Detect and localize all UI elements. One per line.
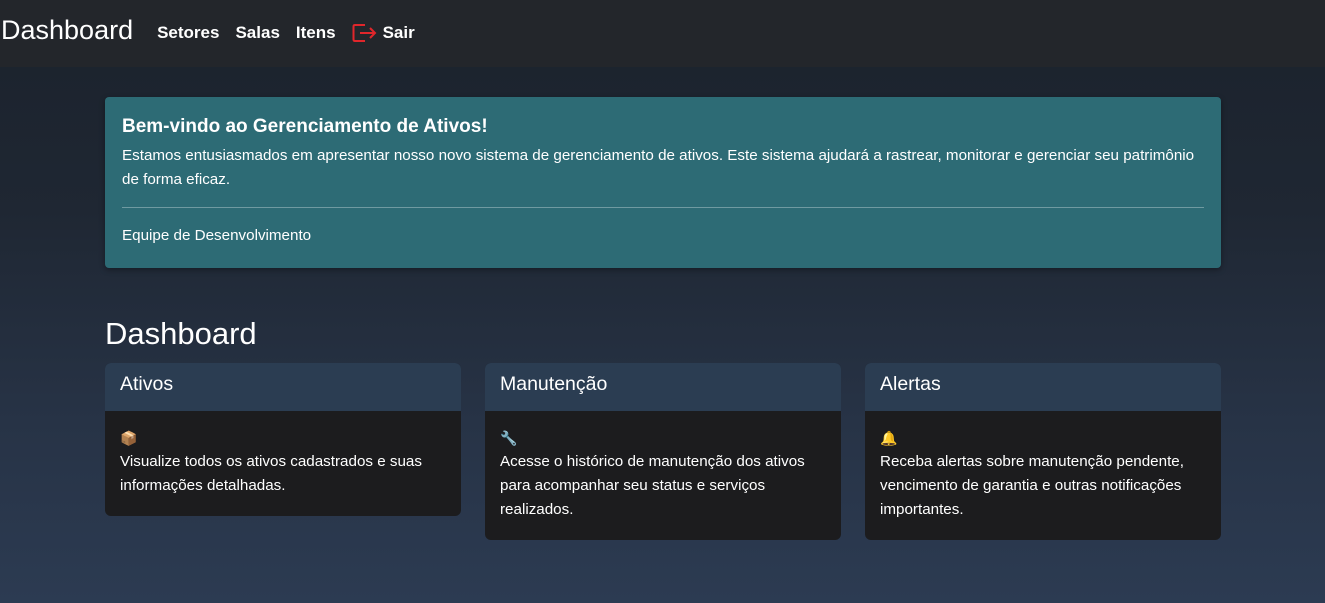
- card-header-ativos: Ativos: [105, 363, 461, 411]
- top-navbar: Dashboard Setores Salas Itens Sair: [0, 0, 1325, 67]
- nav-link-itens[interactable]: Itens: [296, 23, 336, 43]
- card-body-alertas: 🔔 Receba alertas sobre manutenção penden…: [865, 411, 1221, 534]
- logout-button[interactable]: Sair: [352, 23, 415, 43]
- welcome-title: Bem-vindo ao Gerenciamento de Ativos!: [122, 116, 488, 137]
- card-text-alertas: Receba alertas sobre manutenção pendente…: [880, 453, 1184, 518]
- welcome-divider: [122, 207, 1204, 208]
- logout-icon: [352, 23, 378, 43]
- nav-link-setores[interactable]: Setores: [157, 23, 219, 43]
- card-ativos: Ativos 📦 Visualize todos os ativos cadas…: [105, 363, 461, 516]
- dashboard-title: Dashboard: [105, 316, 257, 351]
- card-body-manutencao: 🔧 Acesse o histórico de manutenção dos a…: [485, 411, 841, 534]
- card-alertas: Alertas 🔔 Receba alertas sobre manutençã…: [865, 363, 1221, 540]
- bell-icon: 🔔: [880, 430, 898, 446]
- navbar-brand[interactable]: Dashboard: [1, 15, 133, 46]
- card-header-manutencao: Manutenção: [485, 363, 841, 411]
- package-icon: 📦: [120, 430, 138, 446]
- nav-link-salas[interactable]: Salas: [235, 23, 279, 43]
- welcome-text: Estamos entusiasmados em apresentar noss…: [122, 147, 1195, 188]
- card-manutencao: Manutenção 🔧 Acesse o histórico de manut…: [485, 363, 841, 540]
- card-header-alertas: Alertas: [865, 363, 1221, 411]
- card-body-ativos: 📦 Visualize todos os ativos cadastrados …: [105, 411, 461, 510]
- card-text-ativos: Visualize todos os ativos cadastrados e …: [120, 453, 422, 494]
- welcome-signature: Equipe de Desenvolvimento: [122, 227, 312, 244]
- card-text-manutencao: Acesse o histórico de manutenção dos ati…: [500, 453, 805, 518]
- nav-links: Setores Salas Itens Sair: [157, 23, 415, 43]
- welcome-alert: Bem-vindo ao Gerenciamento de Ativos! Es…: [105, 97, 1221, 268]
- wrench-icon: 🔧: [500, 430, 518, 446]
- logout-label: Sair: [382, 22, 415, 42]
